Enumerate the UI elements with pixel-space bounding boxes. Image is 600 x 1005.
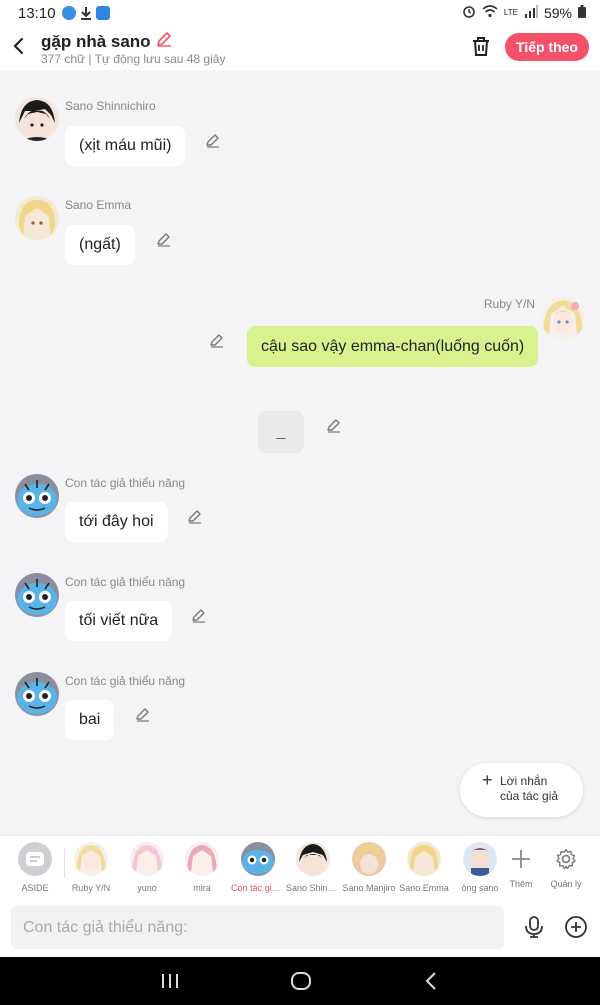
character-label: yuno — [137, 883, 157, 893]
download-icon — [80, 6, 92, 20]
system-nav-bar — [0, 957, 600, 1005]
add-circle-icon[interactable] — [564, 915, 588, 939]
manage-characters-button[interactable]: Quản lý — [539, 842, 593, 889]
character-aside[interactable]: ASIDE — [8, 842, 62, 893]
character-label: Sano Emma — [399, 883, 449, 893]
message-input-bar — [0, 898, 600, 957]
status-time: 13:10 — [18, 4, 56, 22]
avatar — [241, 842, 275, 876]
sender-name: Ruby Y/N — [483, 297, 535, 311]
edit-pencil-icon[interactable] — [187, 508, 203, 524]
character-sano-shinnichiro[interactable]: Sano Shinnichiro — [286, 842, 340, 893]
message-bubble-mine[interactable]: cậu sao vậy emma-chan(luống cuốn) — [247, 326, 539, 367]
trash-icon[interactable] — [470, 35, 492, 57]
message-bubble[interactable]: tối viết nữa — [65, 601, 173, 641]
avatar — [130, 842, 164, 876]
app-notification-icon — [61, 6, 76, 20]
avatar-sano-shinnichiro[interactable] — [15, 97, 59, 141]
story-title-row[interactable]: gặp nhà sano — [41, 30, 173, 53]
lte-icon: LTE — [503, 7, 518, 17]
author-note-line2: của tác giả — [500, 789, 559, 803]
story-title: gặp nhà sano — [41, 31, 151, 51]
battery-icon — [578, 4, 586, 21]
character-label: Sano Manjiro — [342, 883, 396, 893]
edit-pencil-icon[interactable] — [209, 332, 225, 348]
avatar — [185, 842, 219, 876]
edit-pencil-icon[interactable] — [205, 132, 221, 148]
home-icon[interactable] — [289, 969, 313, 993]
pencil-icon[interactable] — [155, 30, 173, 53]
sender-name: Sano Emma — [65, 198, 132, 212]
message-input[interactable] — [11, 906, 504, 949]
back-nav-icon[interactable] — [420, 969, 444, 993]
avatar — [74, 842, 108, 876]
avatar-sano-emma[interactable] — [15, 196, 59, 240]
avatar — [463, 842, 497, 876]
aside-icon — [18, 842, 52, 876]
autosave-status: 377 chữ | Tự động lưu sau 48 giây — [41, 52, 226, 66]
battery-percent: 59% — [543, 4, 572, 21]
character-label: Ruby Y/N — [71, 883, 111, 893]
avatar — [407, 842, 441, 876]
sender-name: Con tác giả thiểu năng — [65, 476, 186, 490]
character-con-tac-gia[interactable]: Con tác giả thiểu năng — [231, 842, 285, 893]
sender-name: Sano Shinnichiro — [65, 99, 156, 113]
recent-apps-icon[interactable] — [158, 969, 182, 993]
plus-icon — [504, 842, 538, 876]
signal-icon — [524, 4, 538, 21]
character-label: Sano Shinnichiro — [286, 883, 340, 893]
message-bubble[interactable]: (ngất) — [65, 225, 135, 265]
alarm-icon — [462, 4, 476, 21]
character-label: Con tác giả thiểu năng — [231, 883, 285, 893]
story-header: gặp nhà sano 377 chữ | Tự động lưu sau 4… — [0, 26, 600, 70]
character-label: mira — [193, 883, 211, 893]
microphone-icon[interactable] — [522, 915, 546, 939]
edit-pencil-icon[interactable] — [326, 417, 342, 433]
character-mira[interactable]: mira — [175, 842, 229, 893]
avatar-con-tac-gia[interactable] — [15, 573, 59, 617]
avatar — [352, 842, 386, 876]
edit-pencil-icon[interactable] — [135, 706, 151, 722]
next-button[interactable]: Tiếp theo — [505, 33, 589, 61]
sender-name: Con tác giả thiểu năng — [65, 575, 186, 589]
sender-name: Con tác giả thiểu năng — [65, 674, 186, 688]
author-note-button[interactable]: + Lời nhắn của tác giả — [460, 763, 583, 817]
plus-icon: + — [482, 770, 493, 790]
message-bubble[interactable]: bai — [65, 700, 115, 740]
avatar-con-tac-gia[interactable] — [15, 474, 59, 518]
back-arrow-icon[interactable] — [10, 34, 30, 58]
character-sano-emma[interactable]: Sano Emma — [397, 842, 451, 893]
character-label: ASIDE — [21, 883, 49, 893]
avatar-con-tac-gia[interactable] — [15, 672, 59, 716]
chat-area: Sano Shinnichiro (xịt máu mũi) Sano Emma… — [0, 70, 600, 835]
narration-bubble[interactable]: _ — [258, 411, 304, 453]
wifi-icon — [482, 4, 498, 21]
avatar — [296, 842, 330, 876]
character-sano-manjiro[interactable]: Sano Manjiro — [342, 842, 396, 893]
author-note-line1: Lời nhắn — [500, 774, 548, 788]
avatar-ruby-yn[interactable] — [541, 296, 585, 340]
character-ruby-yn[interactable]: Ruby Y/N — [64, 842, 118, 893]
edit-pencil-icon[interactable] — [191, 607, 207, 623]
character-bar: ASIDE Ruby Y/N yuno mira Con tác giả thi… — [0, 835, 600, 898]
character-yuno[interactable]: yuno — [120, 842, 174, 893]
edit-pencil-icon[interactable] — [156, 231, 172, 247]
manage-label: Quản lý — [550, 879, 582, 889]
message-bubble[interactable]: tới đây hoi — [65, 502, 168, 542]
cloud-app-icon — [95, 6, 110, 20]
status-bar: 13:10 LTE 59% — [0, 0, 600, 26]
message-bubble[interactable]: (xịt máu mũi) — [65, 126, 186, 166]
gear-icon — [549, 842, 583, 876]
